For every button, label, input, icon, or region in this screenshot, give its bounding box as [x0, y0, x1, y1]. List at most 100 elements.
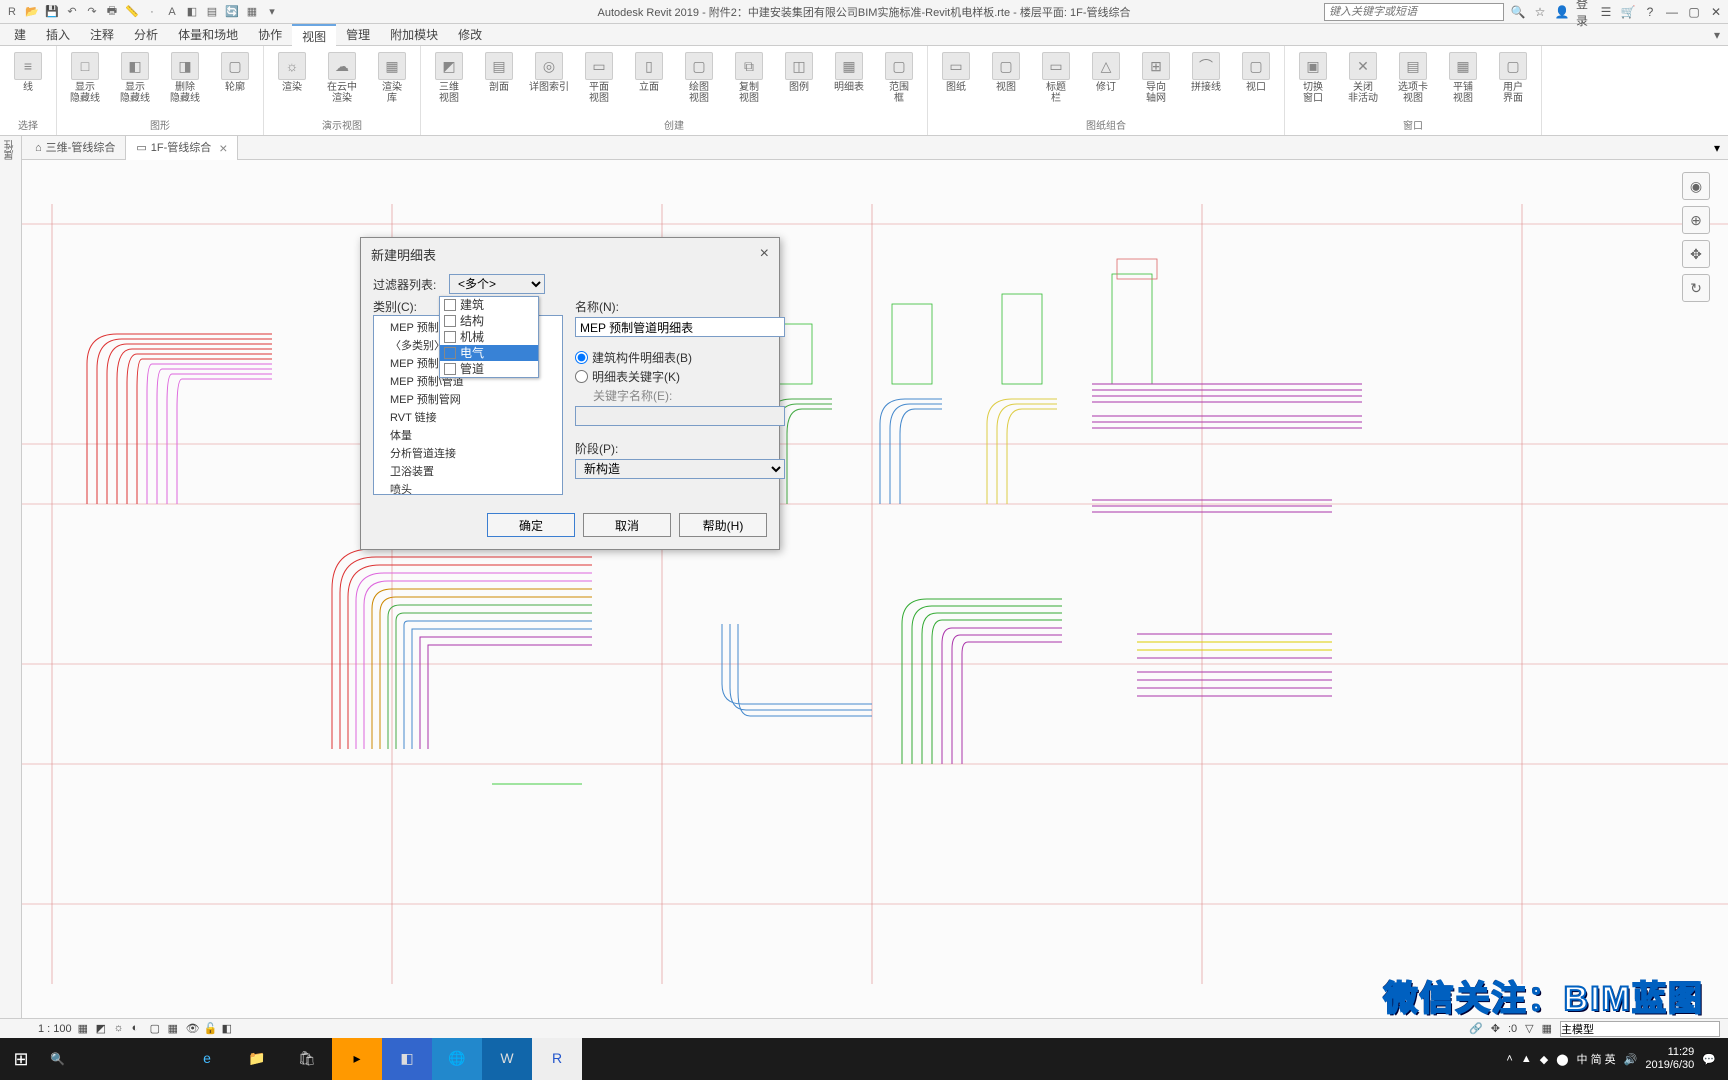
- print-icon[interactable]: 🖶: [104, 4, 120, 20]
- tab-massing[interactable]: 体量和场地: [168, 24, 248, 46]
- measure-icon[interactable]: 📏: [124, 4, 140, 20]
- shadows-icon[interactable]: ◐: [132, 1022, 146, 1036]
- crop-region-icon[interactable]: ▦: [168, 1022, 182, 1036]
- tab-close-icon[interactable]: ×: [219, 136, 227, 160]
- ribbon-button[interactable]: ⧉复制视图: [725, 48, 773, 104]
- tray-icon[interactable]: ◆: [1540, 1053, 1548, 1066]
- filter-list-select[interactable]: <多个>: [449, 274, 545, 294]
- ribbon-button[interactable]: △修订: [1082, 48, 1130, 93]
- ribbon-button[interactable]: ▭图纸: [932, 48, 980, 93]
- ribbon-button[interactable]: ▦平铺视图: [1439, 48, 1487, 104]
- ribbon-button[interactable]: ◫图例: [775, 48, 823, 93]
- temp-hide-icon[interactable]: ◧: [222, 1022, 236, 1036]
- drag-icon[interactable]: ✥: [1491, 1022, 1500, 1035]
- building-components-radio[interactable]: [575, 351, 588, 364]
- ribbon-button[interactable]: ☼渲染: [268, 48, 316, 93]
- filter-option[interactable]: 结构: [440, 313, 538, 329]
- ribbon-button[interactable]: ▭标题栏: [1032, 48, 1080, 104]
- exchange-icon[interactable]: ☰: [1598, 4, 1614, 20]
- close-icon[interactable]: ✕: [1708, 4, 1724, 20]
- dialog-titlebar[interactable]: 新建明细表 ×: [361, 238, 779, 270]
- qat-icon[interactable]: ▤: [204, 4, 220, 20]
- tab-addins[interactable]: 附加模块: [380, 24, 448, 46]
- ribbon-button[interactable]: ▢视口: [1232, 48, 1280, 93]
- help-button[interactable]: 帮助(H): [679, 513, 767, 537]
- search-icon[interactable]: 🔍: [1510, 4, 1526, 20]
- tab-annotate[interactable]: 注释: [80, 24, 124, 46]
- orbit-icon[interactable]: ↻: [1682, 274, 1710, 302]
- main-model-input[interactable]: [1560, 1021, 1720, 1037]
- view-tab-3d[interactable]: ⌂ 三维-管线综合: [25, 136, 126, 160]
- explorer-icon[interactable]: 📁: [232, 1038, 282, 1080]
- drawing-canvas[interactable]: ◉ ⊕ ✥ ↻: [22, 160, 1728, 1028]
- volume-icon[interactable]: 🔊: [1624, 1053, 1638, 1066]
- filter-option[interactable]: 电气: [440, 345, 538, 361]
- ribbon-button[interactable]: ✕关闭非活动: [1339, 48, 1387, 104]
- store-icon[interactable]: 🛍: [282, 1038, 332, 1080]
- ribbon-button[interactable]: ☁在云中渲染: [318, 48, 366, 104]
- app-icon[interactable]: W: [482, 1038, 532, 1080]
- filter-option[interactable]: 管道: [440, 361, 538, 377]
- pan-icon[interactable]: ✥: [1682, 240, 1710, 268]
- tab-collab[interactable]: 协作: [248, 24, 292, 46]
- filter-option[interactable]: 建筑: [440, 297, 538, 313]
- undo-icon[interactable]: ↶: [64, 4, 80, 20]
- category-item[interactable]: MEP 预制管网: [380, 390, 556, 408]
- category-item[interactable]: 卫浴装置: [380, 462, 556, 480]
- ribbon-button[interactable]: ▦明细表: [825, 48, 873, 93]
- detail-level-icon[interactable]: ▦: [78, 1022, 92, 1036]
- ribbon-button[interactable]: ▦渲染库: [368, 48, 416, 104]
- notification-icon[interactable]: 💬: [1702, 1053, 1716, 1066]
- filter-icon[interactable]: ▽: [1525, 1022, 1533, 1035]
- ribbon-button[interactable]: □显示隐藏线: [61, 48, 109, 104]
- ribbon-button[interactable]: ▣切换窗口: [1289, 48, 1337, 104]
- start-button[interactable]: ⊞: [0, 1038, 42, 1080]
- view-tab-1f[interactable]: ▭ 1F-管线综合 ×: [126, 136, 238, 160]
- revit-icon[interactable]: R: [4, 4, 20, 20]
- ime-status[interactable]: 中 简 英: [1577, 1051, 1616, 1067]
- tray-icon[interactable]: ▲: [1521, 1053, 1532, 1065]
- save-icon[interactable]: 💾: [44, 4, 60, 20]
- tab-view[interactable]: 视图: [292, 24, 336, 46]
- visual-style-icon[interactable]: ◩: [96, 1022, 110, 1036]
- crop-icon[interactable]: ▢: [150, 1022, 164, 1036]
- cancel-button[interactable]: 取消: [583, 513, 671, 537]
- tab-manage[interactable]: 管理: [336, 24, 380, 46]
- text-icon[interactable]: A: [164, 4, 180, 20]
- ribbon-button[interactable]: ◧显示隐藏线: [111, 48, 159, 104]
- ribbon-button[interactable]: ≡线: [4, 48, 52, 93]
- cart-icon[interactable]: 🛒: [1620, 4, 1636, 20]
- user-icon[interactable]: 👤: [1554, 4, 1570, 20]
- tab-insert[interactable]: 插入: [36, 24, 80, 46]
- app-icon[interactable]: 🌐: [432, 1038, 482, 1080]
- tab-analyze[interactable]: 分析: [124, 24, 168, 46]
- navcube-icon[interactable]: ◉: [1682, 172, 1710, 200]
- ribbon-button[interactable]: ▤剖面: [475, 48, 523, 93]
- tray-icon[interactable]: ⬤: [1556, 1053, 1568, 1066]
- ribbon-button[interactable]: ▢绘图视图: [675, 48, 723, 104]
- zoom-icon[interactable]: ⊕: [1682, 206, 1710, 234]
- properties-palette-collapsed[interactable]: 属性: [0, 136, 22, 1028]
- ribbon-button[interactable]: ◩三维视图: [425, 48, 473, 104]
- category-item[interactable]: RVT 链接: [380, 408, 556, 426]
- minimize-icon[interactable]: —: [1664, 4, 1680, 20]
- reveal-icon[interactable]: 🔓: [204, 1022, 218, 1036]
- ribbon-button[interactable]: ▢用户界面: [1489, 48, 1537, 104]
- app-icon[interactable]: ◧: [382, 1038, 432, 1080]
- sync-icon[interactable]: 🔄: [224, 4, 240, 20]
- ribbon-button[interactable]: ◎详图索引: [525, 48, 573, 93]
- clock[interactable]: 11:29 2019/6/30: [1645, 1046, 1694, 1072]
- ribbon-button[interactable]: ▢范围框: [875, 48, 923, 104]
- ribbon-button[interactable]: ◨删除隐藏线: [161, 48, 209, 104]
- phase-select[interactable]: 新构造: [575, 459, 785, 479]
- ribbon-button[interactable]: ▤选项卡视图: [1389, 48, 1437, 104]
- ribbon-button[interactable]: ⌒拼接线: [1182, 48, 1230, 93]
- category-item[interactable]: 分析管道连接: [380, 444, 556, 462]
- select-links-icon[interactable]: 🔗: [1469, 1022, 1483, 1035]
- ribbon-button[interactable]: ▢视图: [982, 48, 1030, 93]
- category-item[interactable]: 喷头: [380, 480, 556, 495]
- qat-dropdown-icon[interactable]: ▾: [264, 4, 280, 20]
- app-icon[interactable]: ▸: [332, 1038, 382, 1080]
- maximize-icon[interactable]: ▢: [1686, 4, 1702, 20]
- schedule-keys-radio[interactable]: [575, 370, 588, 383]
